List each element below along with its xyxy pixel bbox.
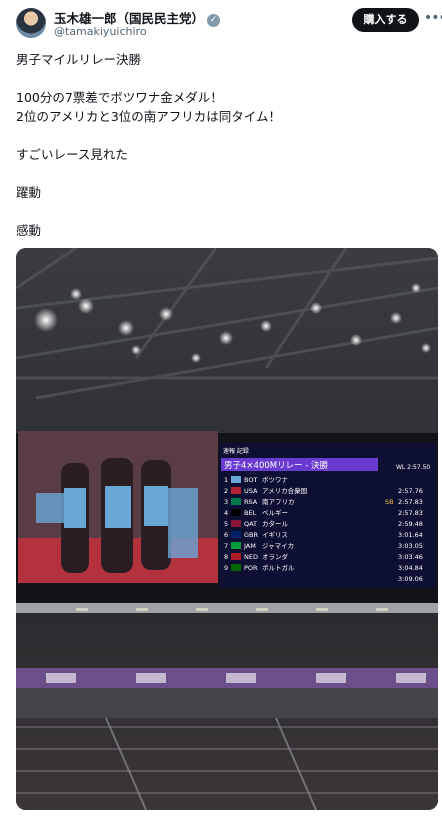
country-name-cell: ポルトガル xyxy=(262,563,295,572)
post-header: 玉木雄一郎（国民民主党）✓ @tamakiyuichiro 購入する ••• xyxy=(0,0,442,44)
stadium-photo: 速報 記録 男子4×400Mリレー - 決勝 WL 2:57.50 1 BOT ボツ… xyxy=(16,248,438,810)
post-photo[interactable]: 速報 記録 男子4×400Mリレー - 決勝 WL 2:57.50 1 BOT ボツ… xyxy=(16,248,438,810)
flag-icon xyxy=(231,476,241,483)
author-name-text[interactable]: 玉木雄一郎（国民民主党） xyxy=(54,11,204,26)
country-name-cell: ボツワナ xyxy=(262,476,288,484)
country-code-cell: BOT xyxy=(244,476,257,484)
country-name-cell: アメリカ合衆国 xyxy=(262,486,307,495)
country-code-cell: POR xyxy=(244,564,258,572)
rank-cell: 8 xyxy=(224,553,228,561)
time-cell: 3:04.84 xyxy=(398,564,423,572)
post-text-line: 躍動 xyxy=(16,185,42,200)
more-horizontal-icon[interactable]: ••• xyxy=(424,10,442,26)
rank-cell: 9 xyxy=(224,564,228,572)
rank-cell: 5 xyxy=(224,520,228,528)
post-text-line: 100分の7票差でボツワナ金メダル！ xyxy=(16,90,223,105)
rank-cell: 7 xyxy=(224,542,228,550)
flag-icon xyxy=(231,520,241,527)
post-text: 男子マイルリレー決勝 100分の7票差でボツワナ金メダル！ 2位のアメリカと3位の南… xyxy=(16,50,426,240)
rank-cell: 1 xyxy=(224,476,228,484)
buy-button[interactable]: 購入する xyxy=(352,8,419,32)
time-cell: 2:57.83 xyxy=(398,509,423,517)
flag-icon xyxy=(231,542,241,549)
post-text-line: 感動 xyxy=(16,223,42,238)
time-cell: 2:57.76 xyxy=(398,487,423,495)
flag-icon xyxy=(231,564,241,571)
country-name-cell: ジャマイカ xyxy=(262,542,294,550)
flag-icon xyxy=(231,487,241,494)
country-name-cell: オランダ xyxy=(262,552,289,561)
rank-cell: 6 xyxy=(224,531,228,539)
post-text-line xyxy=(16,164,426,183)
time-cell: 2:57.83 xyxy=(398,498,423,506)
country-name-cell: 南アフリカ xyxy=(262,497,295,506)
country-code-cell: QAT xyxy=(244,520,257,528)
country-code-cell: USA xyxy=(244,487,258,495)
scoreboard-record: WL 2:57.50 xyxy=(396,464,430,471)
time-cell: 2:59.48 xyxy=(398,520,423,528)
post-text-line xyxy=(16,202,426,221)
country-code-cell: BEL xyxy=(244,509,257,517)
scoreboard-title: 男子4×400Mリレー - 決勝 xyxy=(224,460,329,471)
scoreboard-header: 速報 記録 xyxy=(223,447,249,455)
flag-icon xyxy=(231,509,241,516)
post-text-line: すごいレース見れた xyxy=(16,147,128,162)
country-code-cell: JAM xyxy=(243,542,256,550)
post-text-line xyxy=(16,69,426,88)
flag-icon xyxy=(231,553,241,560)
rank-cell: 2 xyxy=(224,487,228,495)
rank-cell: 4 xyxy=(224,509,228,517)
country-code-cell: NED xyxy=(244,553,258,561)
post-text-line: 2位のアメリカと3位の南アフリカは同タイム！ xyxy=(16,109,282,124)
rank-cell: 3 xyxy=(224,498,228,506)
time-cell: 3:03.46 xyxy=(398,553,423,561)
country-code-cell: GBR xyxy=(244,531,258,539)
time-cell: 3:03.05 xyxy=(398,542,423,550)
note-cell: SB xyxy=(385,498,394,506)
flag-icon xyxy=(231,498,241,505)
flag-icon xyxy=(231,531,241,538)
post-text-line xyxy=(16,126,426,145)
avatar[interactable] xyxy=(16,8,46,38)
country-name-cell: イギリス xyxy=(262,531,288,539)
country-code-cell: RSA xyxy=(244,498,258,506)
country-name-cell: カタール xyxy=(262,519,289,528)
verified-badge-icon: ✓ xyxy=(207,14,221,27)
author-handle[interactable]: @tamakiyuichiro xyxy=(54,25,147,38)
country-name-cell: ベルギー xyxy=(262,509,288,517)
time-cell: 3:01.64 xyxy=(398,531,423,539)
post-text-line: 男子マイルリレー決勝 xyxy=(16,52,142,67)
time-cell: 3:09.06 xyxy=(398,575,423,583)
